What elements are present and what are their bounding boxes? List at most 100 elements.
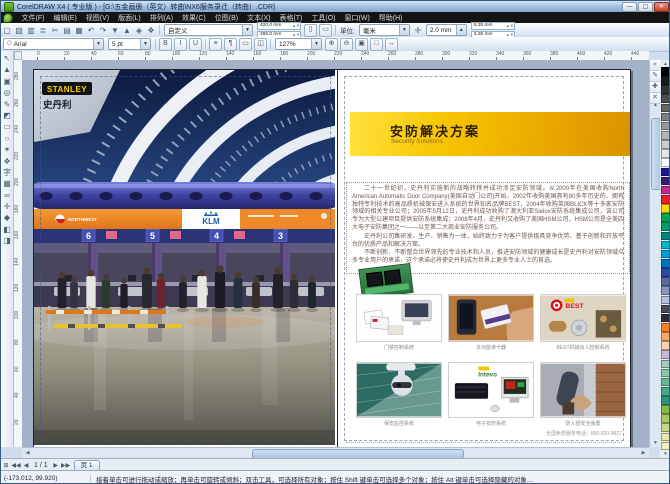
show-nonprinting-icon[interactable]: ◫: [254, 38, 267, 51]
color-swatch-0[interactable]: [661, 67, 670, 76]
color-swatch-8[interactable]: [661, 140, 670, 149]
color-swatch-11[interactable]: [661, 168, 670, 177]
palette-down-arrow[interactable]: ▼: [661, 451, 670, 457]
color-swatch-32[interactable]: [661, 360, 670, 369]
menu-1[interactable]: 编辑(E): [49, 13, 81, 23]
corel-online-icon[interactable]: ❖: [146, 25, 157, 36]
freehand-tool[interactable]: ✎: [2, 99, 13, 110]
eyedropper-docker-icon[interactable]: ✎: [650, 71, 660, 82]
nudge-offset-field[interactable]: 2.0 mm▲: [426, 24, 467, 36]
edit-text-icon[interactable]: ▭: [239, 38, 252, 51]
color-swatch-22[interactable]: [661, 268, 670, 277]
color-swatch-28[interactable]: [661, 323, 670, 332]
page-tab-1[interactable]: 页 1: [74, 460, 100, 471]
color-swatch-39[interactable]: [661, 423, 670, 432]
bold-icon[interactable]: B: [159, 38, 172, 51]
blend-tool[interactable]: ∞: [2, 190, 13, 201]
next-page-icon[interactable]: ▶: [51, 462, 61, 469]
scroll-left-arrow[interactable]: ◀: [22, 450, 33, 456]
color-swatch-18[interactable]: [661, 232, 670, 241]
color-swatch-15[interactable]: [661, 204, 670, 213]
export-icon[interactable]: ▲: [122, 25, 133, 36]
copy-icon[interactable]: ▤: [62, 25, 73, 36]
color-swatch-17[interactable]: [661, 222, 670, 231]
menu-2[interactable]: 视图(V): [81, 13, 113, 23]
color-swatch-36[interactable]: [661, 396, 670, 405]
chevron-down-icon[interactable]: ▼: [93, 39, 103, 49]
color-swatch-2[interactable]: [661, 85, 670, 94]
color-swatch-33[interactable]: [661, 369, 670, 378]
color-swatch-1[interactable]: [661, 76, 670, 85]
landscape-button[interactable]: ▭: [319, 24, 332, 37]
color-swatch-29[interactable]: [661, 332, 670, 341]
zoom-width-icon[interactable]: ↔: [385, 38, 398, 51]
portrait-button[interactable]: ▯: [304, 24, 317, 37]
menu-7[interactable]: 文本(X): [243, 13, 275, 23]
close-button[interactable]: ✕: [654, 2, 669, 12]
chevron-down-icon[interactable]: ▼: [311, 39, 321, 49]
color-swatch-26[interactable]: [661, 305, 670, 314]
fill-tool[interactable]: ◧: [2, 224, 13, 235]
zoom-tool[interactable]: ◎: [2, 87, 13, 98]
color-swatch-6[interactable]: [661, 122, 670, 131]
color-swatch-40[interactable]: [661, 433, 670, 442]
menu-0[interactable]: 文件(F): [17, 13, 49, 23]
color-swatch-9[interactable]: [661, 149, 670, 158]
shape-tool[interactable]: ▲: [2, 64, 13, 75]
bullet-list-icon[interactable]: ¶: [224, 38, 237, 51]
color-swatch-16[interactable]: [661, 213, 670, 222]
open-icon[interactable]: ▧: [14, 25, 25, 36]
redo-icon[interactable]: ↷: [98, 25, 109, 36]
print-icon[interactable]: ≣: [38, 25, 49, 36]
paste-icon[interactable]: ▦: [74, 25, 85, 36]
color-swatch-20[interactable]: [661, 250, 670, 259]
zoom-selected-icon[interactable]: ▣: [355, 38, 368, 51]
previous-page-icon[interactable]: ◀: [21, 462, 31, 469]
add-docker-icon[interactable]: ✚: [650, 82, 660, 93]
menu-9[interactable]: 工具(O): [307, 13, 340, 23]
color-swatch-27[interactable]: [661, 314, 670, 323]
undo-icon[interactable]: ↶: [86, 25, 97, 36]
application-launcher-icon[interactable]: ◈: [134, 25, 145, 36]
zoom-level-select[interactable]: 127%▼: [275, 38, 322, 50]
color-swatch-4[interactable]: [661, 104, 670, 113]
drawing-canvas[interactable]: STANLEY 史丹利 NORTHWEST: [22, 60, 649, 447]
ruler-origin[interactable]: [14, 51, 22, 60]
save-icon[interactable]: ▥: [26, 25, 37, 36]
italic-icon[interactable]: I: [174, 38, 187, 51]
crop-tool[interactable]: ▣: [2, 76, 13, 87]
add-page-icon[interactable]: ⊞: [1, 462, 11, 469]
menu-3[interactable]: 版面(L): [114, 13, 146, 23]
color-swatch-23[interactable]: [661, 277, 670, 286]
basic-shapes-tool[interactable]: ❖: [2, 156, 13, 167]
collapse-docker-icon[interactable]: «: [650, 60, 660, 71]
font-select[interactable]: OArial▼: [3, 38, 104, 50]
font-size-select[interactable]: 5 pt▼: [108, 38, 151, 50]
color-swatch-5[interactable]: [661, 113, 670, 122]
duplicate-x-field[interactable]: 6.35 mm▲▼: [471, 22, 515, 30]
rectangle-tool[interactable]: ▭: [2, 121, 13, 132]
table-tool[interactable]: ▦: [2, 178, 13, 189]
polygon-tool[interactable]: ✶: [2, 144, 13, 155]
color-swatch-3[interactable]: [661, 94, 670, 103]
color-swatch-41[interactable]: [661, 442, 670, 451]
menu-8[interactable]: 表格(T): [275, 13, 307, 23]
color-swatch-30[interactable]: [661, 341, 670, 350]
menu-10[interactable]: 窗口(W): [340, 13, 374, 23]
import-icon[interactable]: ▼: [110, 25, 121, 36]
paper-preset-select[interactable]: 自定义▼: [164, 24, 253, 36]
menu-11[interactable]: 帮助(H): [374, 13, 407, 23]
chevron-down-icon[interactable]: ▼: [140, 39, 150, 49]
menu-4[interactable]: 排列(A): [145, 13, 177, 23]
color-swatch-37[interactable]: [661, 405, 670, 414]
color-swatch-25[interactable]: [661, 296, 670, 305]
maximize-button[interactable]: ▢: [638, 2, 653, 12]
color-swatch-24[interactable]: [661, 286, 670, 295]
outline-pen-tool[interactable]: ◆: [2, 212, 13, 223]
smart-fill-tool[interactable]: ◩: [2, 110, 13, 121]
new-document-icon[interactable]: ▢: [2, 25, 13, 36]
color-swatch-10[interactable]: [661, 158, 670, 167]
menu-6[interactable]: 位图(B): [210, 13, 242, 23]
minimize-button[interactable]: —: [622, 2, 637, 12]
zoom-in-icon[interactable]: ⊕: [325, 38, 338, 51]
